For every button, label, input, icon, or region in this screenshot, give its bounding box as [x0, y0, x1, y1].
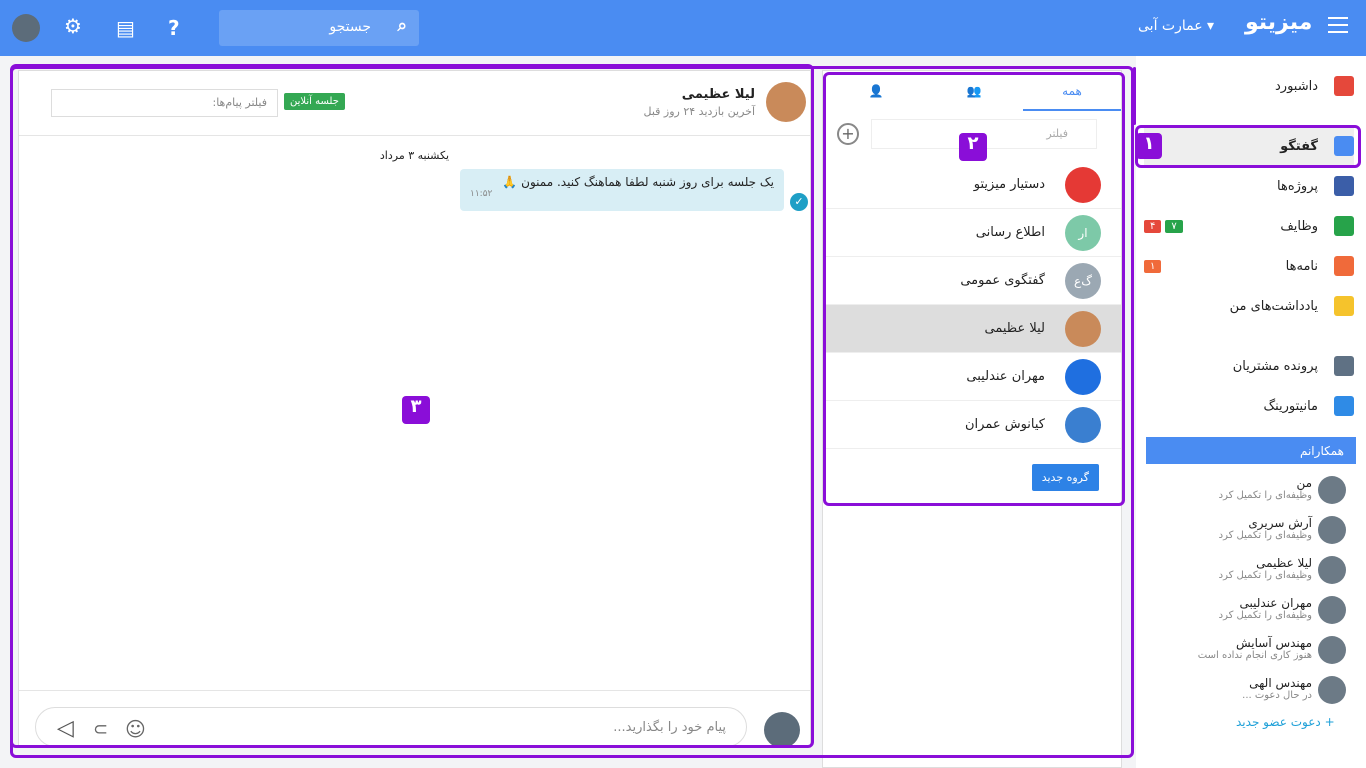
search-icon: ⌕ — [397, 16, 407, 36]
sidebar-item-3[interactable]: وظایف ۷ ۴ — [1144, 206, 1354, 246]
sidebar-item-label: نامه‌ها — [1285, 258, 1318, 274]
colleague-status: وظیفه‌ای را تکمیل کرد — [1218, 610, 1312, 621]
colleague-status: در حال دعوت ... — [1242, 690, 1312, 701]
marker-3: ۳ — [402, 396, 430, 424]
colleague-item[interactable]: لیلا عظیمی وظیفه‌ای را تکمیل کرد — [1146, 552, 1346, 592]
menu-item-icon — [1334, 256, 1354, 276]
colleague-item[interactable]: مهندس الهی در حال دعوت ... — [1146, 672, 1346, 712]
colleague-item[interactable]: مهران عندلیبی وظیفه‌ای را تکمیل کرد — [1146, 592, 1346, 632]
colleague-status: هنوز کاری انجام نداده است — [1197, 650, 1312, 661]
colleague-item[interactable]: آرش سریری وظیفه‌ای را تکمیل کرد — [1146, 512, 1346, 552]
sidebar-item-4[interactable]: نامه‌ها ۱ — [1144, 246, 1354, 286]
help-icon[interactable]: ? — [168, 16, 180, 40]
badge: ۴ — [1144, 219, 1162, 233]
colleague-name: مهندس الهی — [1249, 676, 1312, 690]
marker-2: ۲ — [959, 133, 987, 161]
highlight-box — [1135, 125, 1361, 168]
colleague-status: وظیفه‌ای را تکمیل کرد — [1218, 490, 1312, 501]
colleague-name: لیلا عظیمی — [1256, 556, 1312, 570]
sidebar-item-2[interactable]: پروژه‌ها — [1144, 166, 1354, 206]
avatar[interactable] — [12, 14, 40, 42]
invite-link[interactable]: + دعوت عضو جدید — [1236, 715, 1335, 729]
avatar — [1318, 636, 1346, 664]
sidebar-item-0[interactable]: داشبورد — [1144, 66, 1354, 106]
search-input[interactable]: جستجو ⌕ — [219, 10, 419, 46]
colleague-status: وظیفه‌ای را تکمیل کرد — [1218, 570, 1312, 581]
colleague-item[interactable]: من وظیفه‌ای را تکمیل کرد — [1146, 472, 1346, 512]
highlight-box — [10, 66, 1134, 758]
colleagues-header: همکارانم — [1146, 437, 1356, 464]
avatar — [1318, 516, 1346, 544]
colleague-name: من — [1296, 476, 1312, 490]
colleague-name: آرش سریری — [1248, 516, 1312, 530]
search-placeholder: جستجو — [329, 19, 371, 35]
marker-1: ۱ — [1136, 133, 1162, 159]
invite-label: دعوت عضو جدید — [1236, 715, 1321, 729]
app-logo: میزیتو — [1245, 10, 1313, 35]
menu-icon[interactable] — [1328, 17, 1348, 38]
menu-item-icon — [1334, 396, 1354, 416]
sidebar-item-label: وظایف — [1280, 218, 1318, 234]
sidebar-item-label: مانیتورینگ — [1263, 398, 1318, 414]
sidebar-item-label: پروژه‌ها — [1277, 178, 1318, 194]
sidebar-item-5[interactable]: یادداشت‌های من — [1144, 286, 1354, 326]
sidebar-item-7[interactable]: مانیتورینگ — [1144, 386, 1354, 426]
menu-item-icon — [1334, 176, 1354, 196]
sidebar-item-label: یادداشت‌های من — [1229, 298, 1318, 314]
colleague-status: وظیفه‌ای را تکمیل کرد — [1218, 530, 1312, 541]
menu-item-icon — [1334, 76, 1354, 96]
sidebar-item-6[interactable]: پرونده مشتریان — [1144, 346, 1354, 386]
avatar — [1318, 556, 1346, 584]
org-name: عمارت آبی — [1138, 18, 1203, 34]
colleague-item[interactable]: مهندس آسایش هنوز کاری انجام نداده است — [1146, 632, 1346, 672]
avatar — [1318, 676, 1346, 704]
badge: ۷ — [1165, 219, 1183, 233]
gear-icon[interactable]: ⚙ — [64, 14, 82, 38]
colleague-name: مهندس آسایش — [1235, 636, 1312, 650]
org-selector[interactable]: عمارت آبی ▾ — [1138, 18, 1214, 34]
sidebar-item-label: داشبورد — [1275, 78, 1318, 94]
avatar — [1318, 476, 1346, 504]
sidebar-item-label: پرونده مشتریان — [1232, 358, 1318, 374]
badge: ۱ — [1144, 259, 1162, 273]
colleague-name: مهران عندلیبی — [1239, 596, 1312, 610]
menu-item-icon — [1334, 356, 1354, 376]
avatar — [1318, 596, 1346, 624]
chat-icon[interactable]: ▤ — [116, 16, 135, 40]
menu-item-icon — [1334, 216, 1354, 236]
menu-item-icon — [1334, 296, 1354, 316]
